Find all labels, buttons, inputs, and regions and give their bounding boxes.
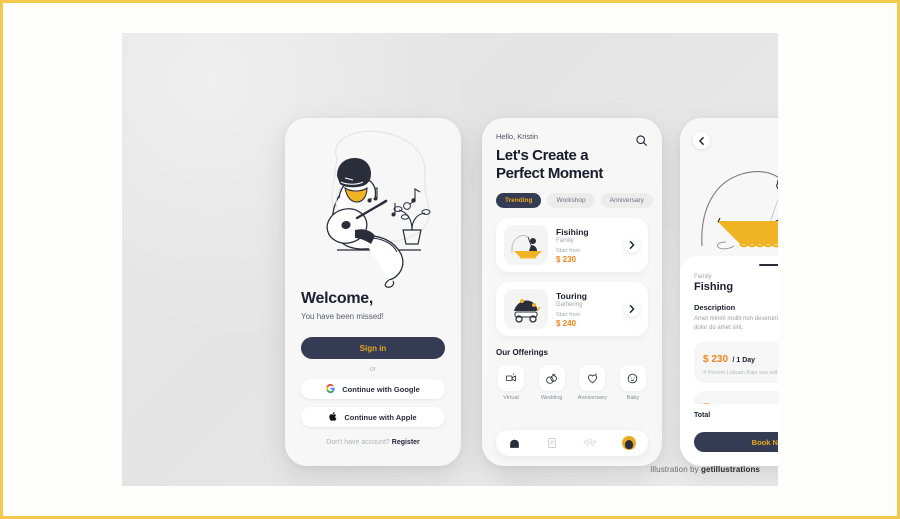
filter-label: Anniversary [609, 197, 644, 205]
heart-icon [579, 365, 606, 392]
heading-line-1: Let's Create a [496, 147, 589, 164]
fishing-boat-thumb [504, 225, 548, 266]
sign-in-button[interactable]: Sign in [301, 337, 445, 359]
nav-avatar[interactable] [621, 436, 636, 450]
apple-icon [329, 411, 337, 423]
credit-prefix: Illustration by [650, 465, 702, 474]
offerings-list: Virtual Wedding Anniversary Baby [496, 365, 648, 401]
filter-pill-workshop[interactable]: Workshop [547, 193, 595, 209]
card-category: Family [556, 237, 574, 244]
option-price-row: $ 230 / 1 Day [703, 349, 778, 367]
filter-pill-trending[interactable]: Trending [496, 193, 542, 209]
detail-sheet: Family Fishing Start from $ 230 Descript… [680, 256, 778, 466]
chevron-left-icon [699, 132, 704, 150]
register-row: Don't have account? Register [301, 439, 445, 446]
sign-in-label: Sign in [359, 343, 387, 353]
back-button[interactable] [693, 132, 710, 149]
phone-screen-home: Hello, Kristin Let's Create a Perfect Mo… [482, 118, 662, 466]
filter-label: Workshop [556, 197, 586, 205]
divider-or: or [369, 366, 377, 373]
filter-pills: Trending Workshop Anniversary [496, 193, 653, 209]
offering-wedding[interactable]: Wedding [537, 365, 567, 401]
login-form: Welcome, You have been missed! Sign in o… [285, 290, 461, 446]
detail-title: Fishing [694, 281, 734, 293]
book-now-label: Book Now [751, 437, 778, 447]
card-title: Fisihing [556, 226, 589, 237]
total-label: Total [694, 411, 711, 419]
book-now-button[interactable]: Book Now [694, 432, 778, 452]
offering-baby[interactable]: Baby [618, 365, 648, 401]
price-option-selected[interactable]: $ 230 / 1 Day 4 Person Labuan Bajo sea w… [694, 341, 778, 383]
offerings-title: Our Offerings [496, 348, 549, 358]
login-illustration [285, 118, 461, 290]
continue-with-google-button[interactable]: Continue with Google [301, 379, 445, 399]
option-note: 4 Person Labuan Bajo sea with sailing [703, 369, 778, 376]
filter-label: Trending [505, 197, 533, 205]
greeting-text: Hello, Kristin [496, 132, 539, 141]
avatar [621, 436, 636, 450]
filter-pill-anniversary[interactable]: Anniversary [600, 193, 653, 209]
sheet-grabber[interactable] [759, 264, 778, 266]
offering-label: Wedding [540, 395, 563, 402]
card-title: Touring [556, 290, 587, 301]
continue-with-apple-button[interactable]: Continue with Apple [301, 407, 445, 427]
bottom-navigation [496, 430, 648, 456]
phone-screen-detail: Family Fishing Start from $ 230 Descript… [680, 118, 778, 466]
home-header: Hello, Kristin Let's Create a Perfect Mo… [496, 132, 648, 182]
total-row: Total $ 230 [680, 404, 778, 424]
register-link[interactable]: Register [392, 439, 420, 446]
credit-brand: getillustrations [701, 465, 760, 474]
chevron-right-icon[interactable] [624, 301, 640, 318]
detail-category: Family [694, 274, 712, 280]
list-item-touring[interactable]: Touring Gathering Start from $ 240 [496, 282, 648, 337]
card-price: $ 230 [556, 254, 577, 264]
chevron-right-icon[interactable] [624, 237, 640, 254]
apple-label: Continue with Apple [344, 412, 417, 422]
offering-label: Virtual [503, 395, 519, 402]
nav-home-icon[interactable] [508, 437, 521, 450]
offering-label: Anniversary [577, 395, 607, 402]
detail-hero [680, 118, 778, 266]
heading-line-2: Perfect Moment [496, 164, 603, 182]
detail-title-row: Family Fishing Start from $ 230 [694, 274, 778, 293]
description-title: Description [694, 303, 736, 312]
nav-people-icon[interactable] [583, 437, 597, 449]
phone-screen-login: Welcome, You have been missed! Sign in o… [285, 118, 461, 466]
option-unit: / 1 Day [732, 356, 756, 364]
touring-cart-thumb [504, 289, 548, 330]
video-camera-icon [498, 365, 524, 392]
card-price: $ 240 [556, 318, 577, 328]
rings-icon [538, 365, 565, 392]
google-label: Continue with Google [342, 384, 420, 394]
welcome-subtitle: You have been missed! [301, 312, 384, 321]
search-icon[interactable] [635, 134, 648, 152]
list-item-fishing[interactable]: Fisihing Family Start from $ 230 [496, 218, 648, 273]
card-text: Touring Gathering Start from $ 240 [556, 291, 624, 328]
no-account-text: Don't have account? [326, 439, 390, 446]
nav-document-icon[interactable] [546, 437, 558, 449]
offering-label: Baby [626, 395, 640, 402]
google-icon [326, 383, 335, 395]
card-text: Fisihing Family Start from $ 230 [556, 227, 624, 264]
option-price: $ 230 [703, 353, 729, 365]
baby-face-icon [619, 365, 646, 392]
design-canvas: Welcome, You have been missed! Sign in o… [122, 33, 778, 486]
card-from-label: Start from [556, 311, 581, 318]
illustration-credit: Illustration by getillustrations [650, 465, 760, 474]
welcome-title: Welcome, [301, 290, 373, 307]
description-body: Amet minim mollit non deserunt ullamco e… [694, 316, 778, 332]
offering-virtual[interactable]: Virtual [496, 365, 526, 401]
page-title: Let's Create a Perfect Moment [496, 147, 603, 182]
offering-anniversary[interactable]: Anniversary [577, 365, 607, 401]
card-category: Gathering [556, 301, 583, 308]
card-from-label: Start from [556, 247, 581, 254]
